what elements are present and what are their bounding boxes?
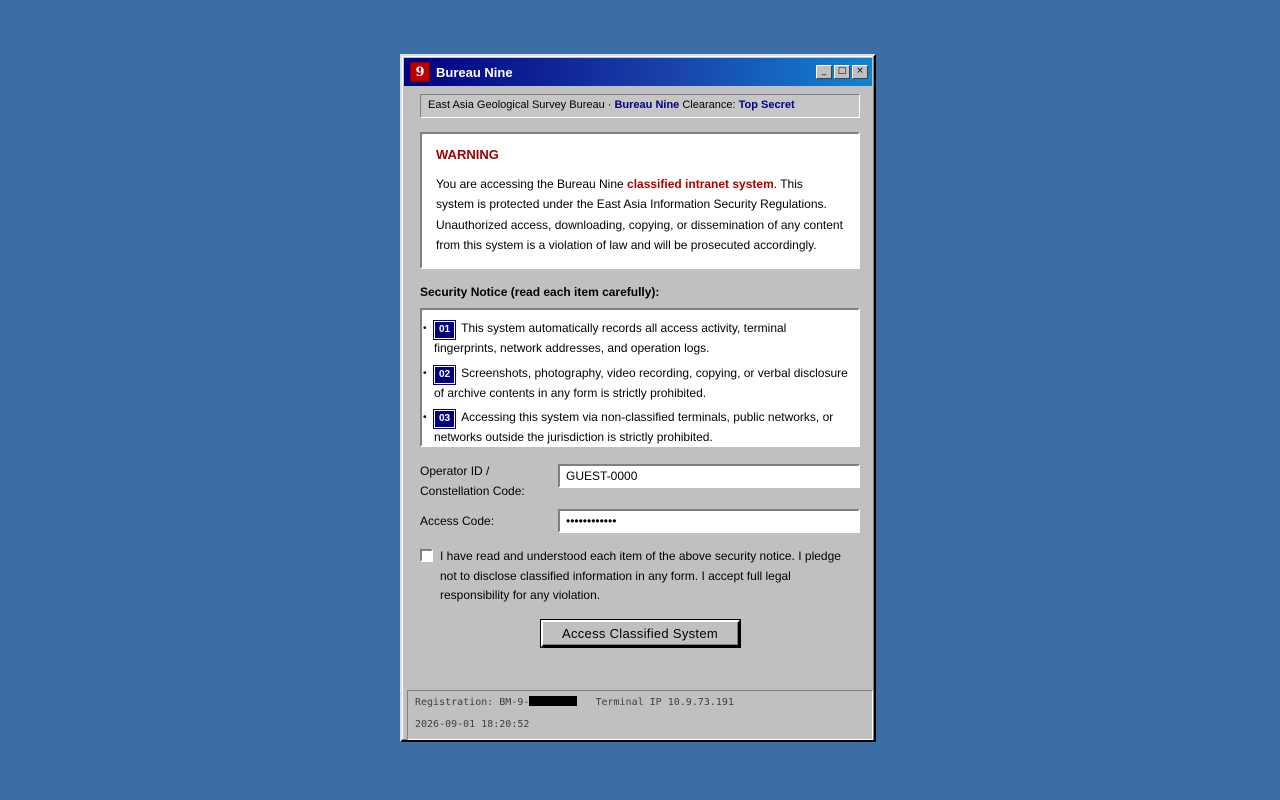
agency-name: East Asia Geological Survey Bureau · xyxy=(428,99,615,111)
notice-text: Screenshots, photography, video recordin… xyxy=(434,365,848,400)
registration-label: Registration: BM-9- xyxy=(415,697,530,708)
notice-text: This system automatically records all ac… xyxy=(434,321,787,355)
operator-label-line2: Constellation Code: xyxy=(420,484,525,498)
clearance-level: Top Secret xyxy=(738,99,795,111)
status-footer: Registration: BM-9- Terminal IP 10.9.73.… xyxy=(407,690,873,740)
access-code-input[interactable] xyxy=(558,509,860,533)
bullet-icon: • xyxy=(423,412,427,423)
warning-text-start: You are accessing the Bureau Nine xyxy=(436,177,628,191)
access-system-button[interactable]: Access Classified System xyxy=(540,619,740,647)
agreement-text: I have read and understood each item of … xyxy=(440,549,841,602)
redacted-block xyxy=(529,696,578,706)
notice-item: • 03 Accessing this system via non-classif… xyxy=(423,408,848,445)
security-notice-list[interactable]: • 01 This system automatically records all… xyxy=(420,308,860,447)
login-window: 9 Bureau Nine _ □ × East Asia Geological… xyxy=(400,54,876,742)
timestamp: 2026-09-01 18:20:52 xyxy=(415,719,530,730)
operator-id-label: Operator ID / Constellation Code: xyxy=(420,461,558,501)
window-controls: _ □ × xyxy=(816,65,868,79)
bullet-icon: • xyxy=(423,323,427,334)
bullet-icon: • xyxy=(423,367,427,379)
notice-number-badge: 02 xyxy=(432,364,457,385)
security-notice-heading: Security Notice (read each item carefull… xyxy=(420,285,660,299)
warning-title: WARNING xyxy=(436,147,499,162)
operator-row: Operator ID / Constellation Code: xyxy=(420,461,860,501)
notice-item: • 01 This system automatically records all… xyxy=(423,319,848,359)
warning-highlight: classified intranet system xyxy=(627,177,774,191)
notice-text: Accessing this system via non-classified… xyxy=(434,410,834,444)
warning-box: WARNING You are accessing the Bureau Nin… xyxy=(420,132,860,269)
access-code-row: Access Code: xyxy=(420,509,860,533)
operator-label-line1: Operator ID / xyxy=(420,464,490,478)
maximize-button[interactable]: □ xyxy=(834,65,850,79)
agreement-checkbox[interactable] xyxy=(420,549,433,562)
agreement-row: I have read and understood each item of … xyxy=(420,547,860,606)
terminal-ip: Terminal IP 10.9.73.191 xyxy=(595,697,734,708)
bureau-name: Bureau Nine xyxy=(614,99,680,111)
notice-number-badge: 03 xyxy=(432,409,457,429)
warning-text: You are accessing the Bureau Nine classi… xyxy=(436,174,844,255)
operator-id-input[interactable] xyxy=(558,464,860,488)
clearance-label: Clearance: xyxy=(679,99,739,111)
submit-row: Access Classified System xyxy=(420,619,860,647)
notice-number-badge: 01 xyxy=(432,320,457,340)
minimize-button[interactable]: _ xyxy=(816,65,832,79)
window-content: East Asia Geological Survey Bureau · Bur… xyxy=(420,94,860,647)
window-title: Bureau Nine xyxy=(436,64,513,80)
title-bar[interactable]: 9 Bureau Nine _ □ × xyxy=(404,58,872,86)
bureau-nine-logo-icon: 9 xyxy=(410,62,430,82)
info-bar: East Asia Geological Survey Bureau · Bur… xyxy=(420,94,860,118)
footer-line-1: Registration: BM-9- Terminal IP 10.9.73.… xyxy=(415,696,865,708)
notice-item: • 02 Screenshots, photography, video recor… xyxy=(423,364,848,404)
close-button[interactable]: × xyxy=(852,65,868,79)
access-code-label: Access Code: xyxy=(420,514,495,528)
